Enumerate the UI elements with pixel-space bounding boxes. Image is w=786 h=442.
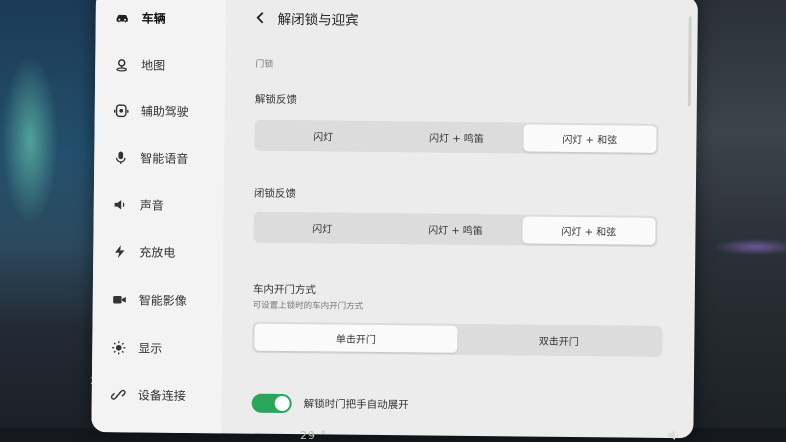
sidebar-item-vehicle[interactable]: 车辆 (114, 5, 166, 30)
brightness-icon (110, 339, 126, 355)
chevron-left-icon[interactable] (254, 11, 268, 25)
sidebar-item-label: 智能语音 (140, 150, 189, 166)
sidebar-item-display[interactable]: 显示 (110, 335, 162, 360)
lock-feedback-title: 闭锁反馈 (253, 187, 296, 201)
assisted-driving-icon (113, 102, 129, 118)
unlock-feedback-title: 解锁反馈 (254, 93, 297, 107)
sidebar-item-label: 声音 (139, 197, 164, 213)
temperature-readout: 29 ° (300, 428, 327, 442)
settings-panel: 车辆 地图 辅助驾驶 智能语音 声音 充放电 智能影像 显示 设备连接 解闭锁与… (91, 0, 698, 439)
sidebar-item-device-connection[interactable]: 设备连接 (110, 382, 186, 407)
sidebar-item-sound[interactable]: 声音 (112, 192, 164, 217)
door-option-single-tap[interactable]: 单击开门 (254, 323, 458, 353)
interior-door-selector: 单击开门 双击开门 (252, 321, 663, 357)
status-bar-partial: 29 ° (300, 428, 327, 442)
unlock-option-flash-horn[interactable]: 闪灯 + 鸣笛 (390, 123, 524, 151)
lock-option-flash-horn[interactable]: 闪灯 + 鸣笛 (389, 215, 523, 243)
section-label-door-lock: 门锁 (255, 59, 274, 70)
ambient-light-glow (696, 232, 786, 262)
sidebar-item-label: 充放电 (139, 244, 176, 260)
lightning-icon (111, 243, 127, 259)
auto-handle-toggle[interactable] (251, 393, 292, 414)
microphone-icon (112, 149, 128, 165)
sidebar-item-label: 辅助驾驶 (140, 103, 189, 119)
page-title: 解闭锁与迎宾 (277, 11, 359, 29)
unlock-feedback-selector: 闪灯 闪灯 + 鸣笛 闪灯 + 和弦 (254, 119, 659, 155)
lock-option-flash[interactable]: 闪灯 (255, 214, 389, 242)
auto-handle-row: 解锁时门把手自动展开 (251, 393, 409, 415)
volume-icon[interactable] (666, 428, 682, 442)
lock-option-flash-chord[interactable]: 闪灯 + 和弦 (522, 216, 656, 245)
door-option-double-tap[interactable]: 双击开门 (457, 326, 660, 355)
camera-icon (111, 291, 127, 307)
page-header: 解闭锁与迎宾 (254, 8, 359, 29)
sidebar-item-charging[interactable]: 充放电 (111, 239, 175, 264)
sidebar-item-map[interactable]: 地图 (113, 52, 165, 77)
sidebar-item-label: 智能影像 (138, 292, 187, 308)
sidebar-item-label: 地图 (141, 57, 166, 73)
sidebar-item-label: 设备连接 (137, 387, 186, 403)
unlock-option-flash-chord[interactable]: 闪灯 + 和弦 (522, 124, 657, 153)
map-pin-icon (113, 56, 129, 72)
unlock-option-flash[interactable]: 闪灯 (256, 122, 390, 150)
settings-sidebar: 车辆 地图 辅助驾驶 智能语音 声音 充放电 智能影像 显示 设备连接 (91, 0, 226, 434)
toggle-knob (274, 395, 290, 412)
link-icon (110, 386, 126, 402)
lock-feedback-selector: 闪灯 闪灯 + 鸣笛 闪灯 + 和弦 (253, 211, 658, 247)
interior-door-subtitle: 可设置上锁时的车内开门方式 (252, 300, 364, 312)
speaker-icon (112, 196, 128, 212)
car-icon (114, 9, 130, 25)
sidebar-item-label: 显示 (138, 340, 163, 356)
settings-content: 解闭锁与迎宾 门锁 解锁反馈 闪灯 闪灯 + 鸣笛 闪灯 + 和弦 闭锁反馈 闪… (241, 0, 676, 438)
auto-handle-label: 解锁时门把手自动展开 (303, 398, 409, 412)
scrollbar[interactable] (687, 16, 692, 107)
sidebar-item-assisted-driving[interactable]: 辅助驾驶 (113, 98, 189, 123)
interior-door-title: 车内开门方式 (252, 283, 316, 297)
sidebar-item-voice[interactable]: 智能语音 (112, 145, 188, 170)
sidebar-item-camera[interactable]: 智能影像 (111, 287, 187, 312)
sidebar-item-label: 车辆 (141, 10, 166, 26)
